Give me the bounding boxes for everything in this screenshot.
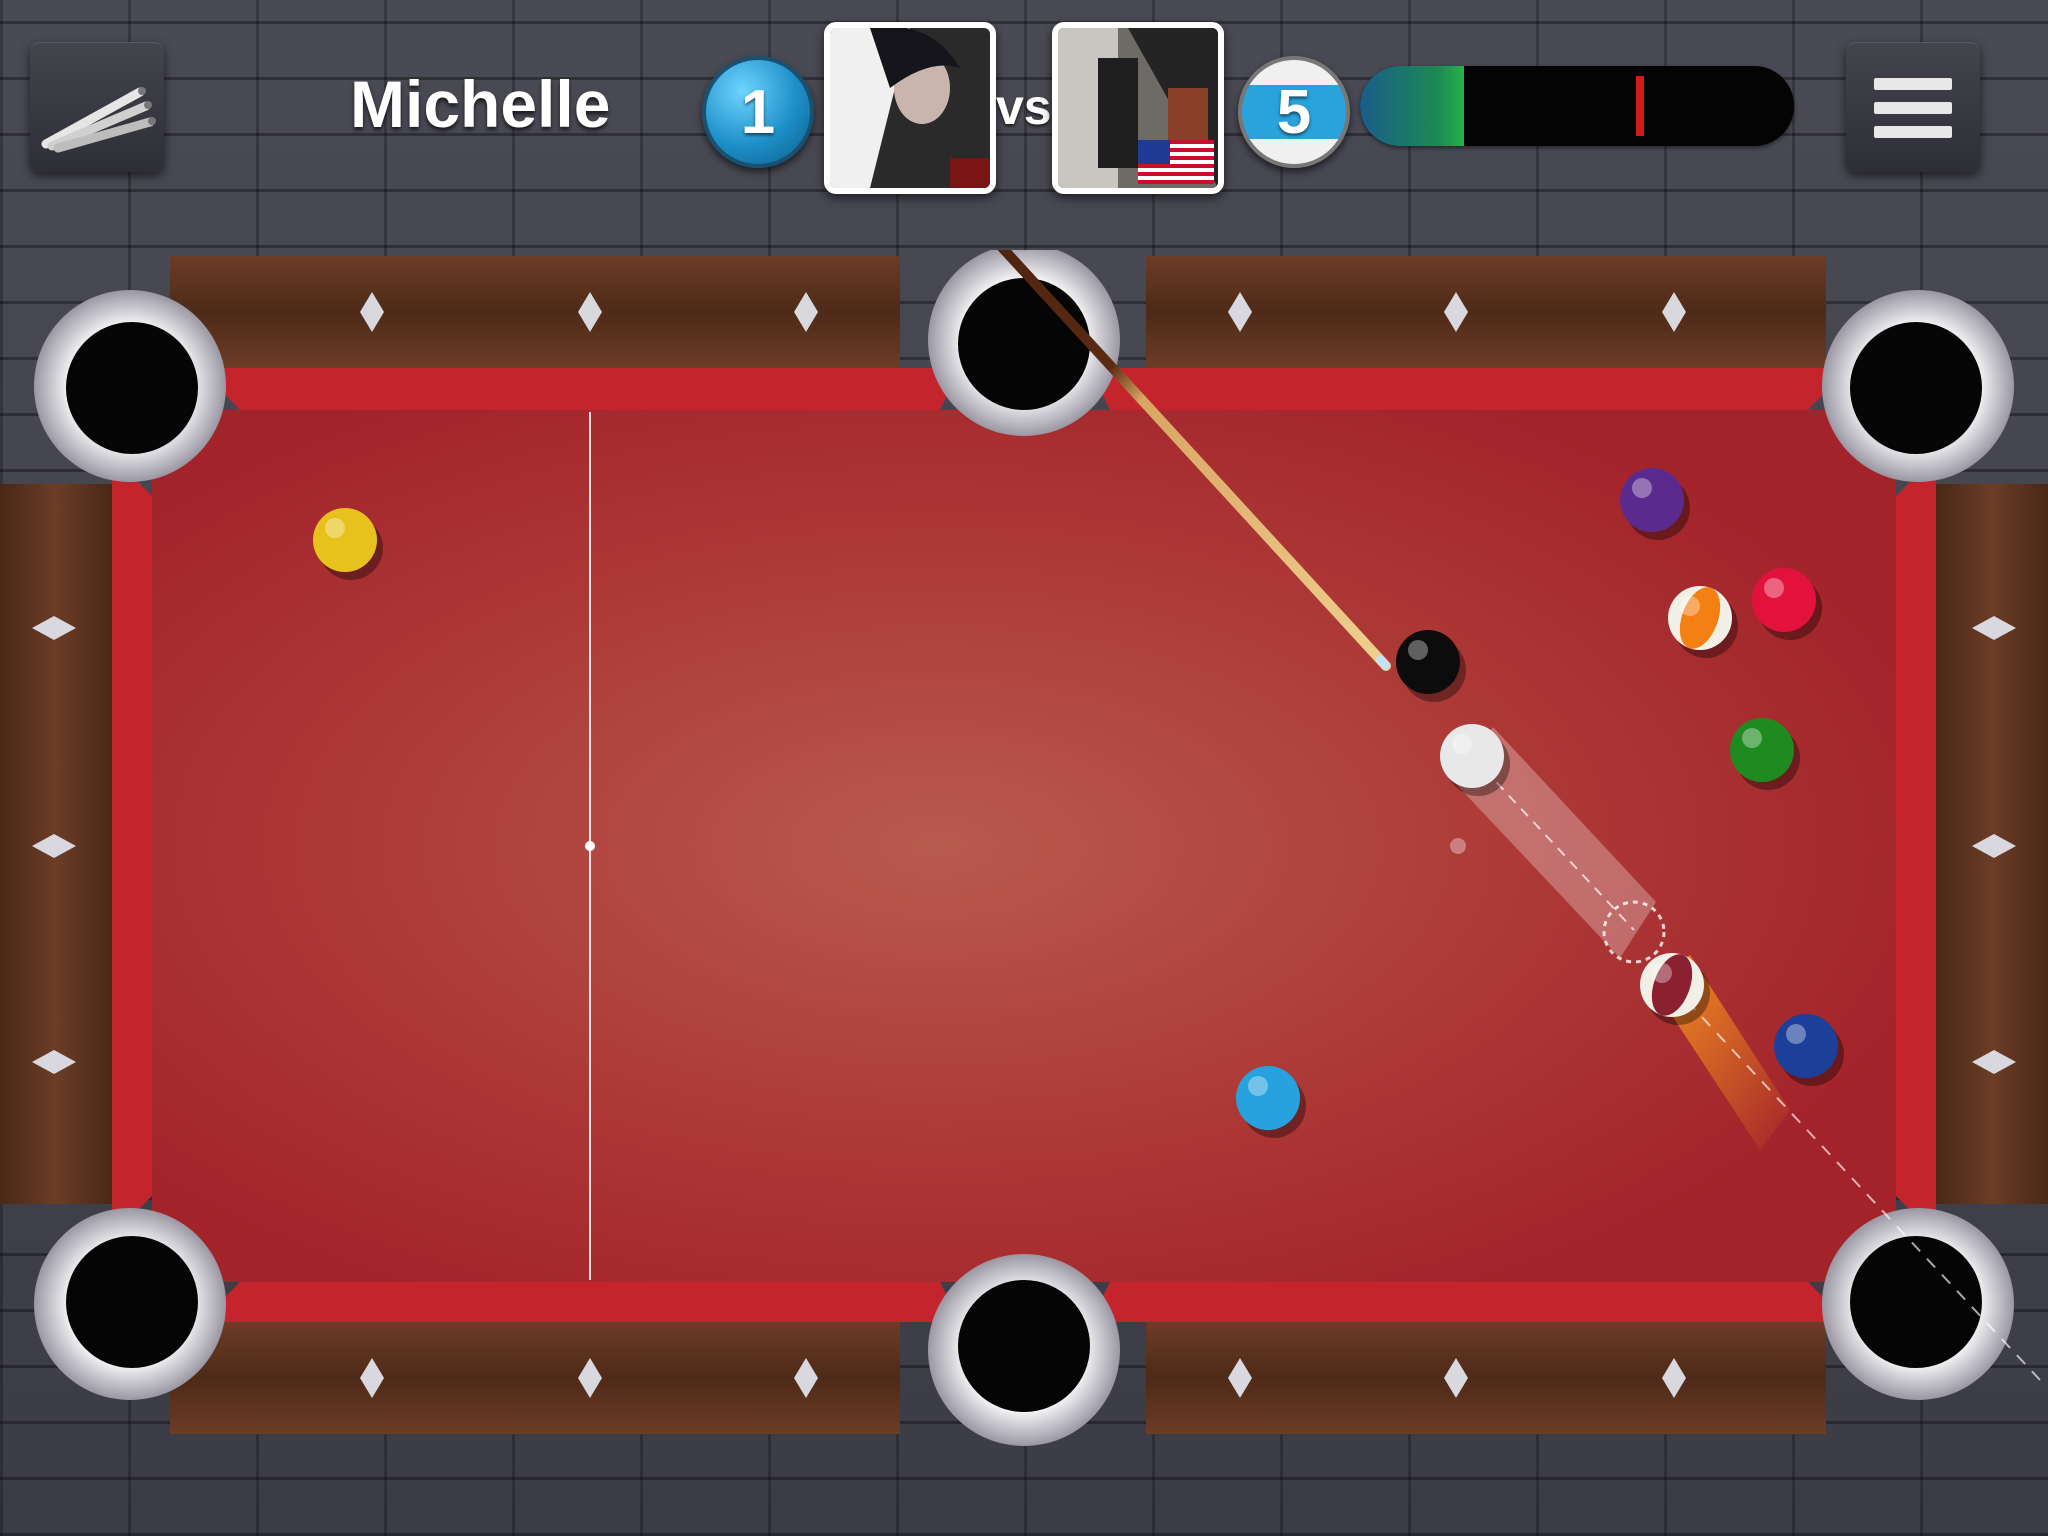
hud-bar: Michelle 1 vs 5 — [0, 0, 2048, 220]
head-spot — [585, 841, 595, 851]
shot-power-meter — [1360, 66, 1794, 146]
cushion-top-left — [200, 368, 960, 410]
cushion-left — [112, 456, 152, 1236]
foot-spot — [1450, 838, 1466, 854]
cue-sticks-icon — [41, 87, 156, 153]
player-avatar-image — [830, 28, 990, 188]
player-ball-badge: 1 — [702, 56, 814, 168]
opponent-ball-badge: 5 — [1238, 56, 1350, 168]
shot-power-marker — [1636, 76, 1644, 136]
versus-label: vs — [996, 79, 1052, 135]
hamburger-menu-icon — [1874, 78, 1952, 138]
opponent-avatar[interactable] — [1052, 22, 1224, 194]
cue-selector-button[interactable] — [30, 42, 164, 172]
shot-power-fill — [1360, 66, 1465, 146]
cushion-top-right — [1090, 368, 1848, 410]
felt-surface[interactable] — [152, 410, 1896, 1282]
menu-button[interactable] — [1846, 42, 1980, 172]
pool-table[interactable] — [0, 250, 2048, 1450]
player-name: Michelle — [350, 67, 611, 141]
opponent-ball-number: 5 — [1276, 77, 1312, 147]
player-ball-number: 1 — [740, 77, 776, 147]
cushion-right — [1896, 456, 1936, 1236]
top-rail-left — [170, 256, 900, 368]
player-avatar[interactable] — [824, 22, 996, 194]
bottom-rail-left — [170, 1322, 900, 1434]
cushion-bottom-left — [200, 1282, 960, 1322]
cushion-bottom-right — [1090, 1282, 1848, 1322]
us-flag-icon — [1138, 140, 1214, 184]
